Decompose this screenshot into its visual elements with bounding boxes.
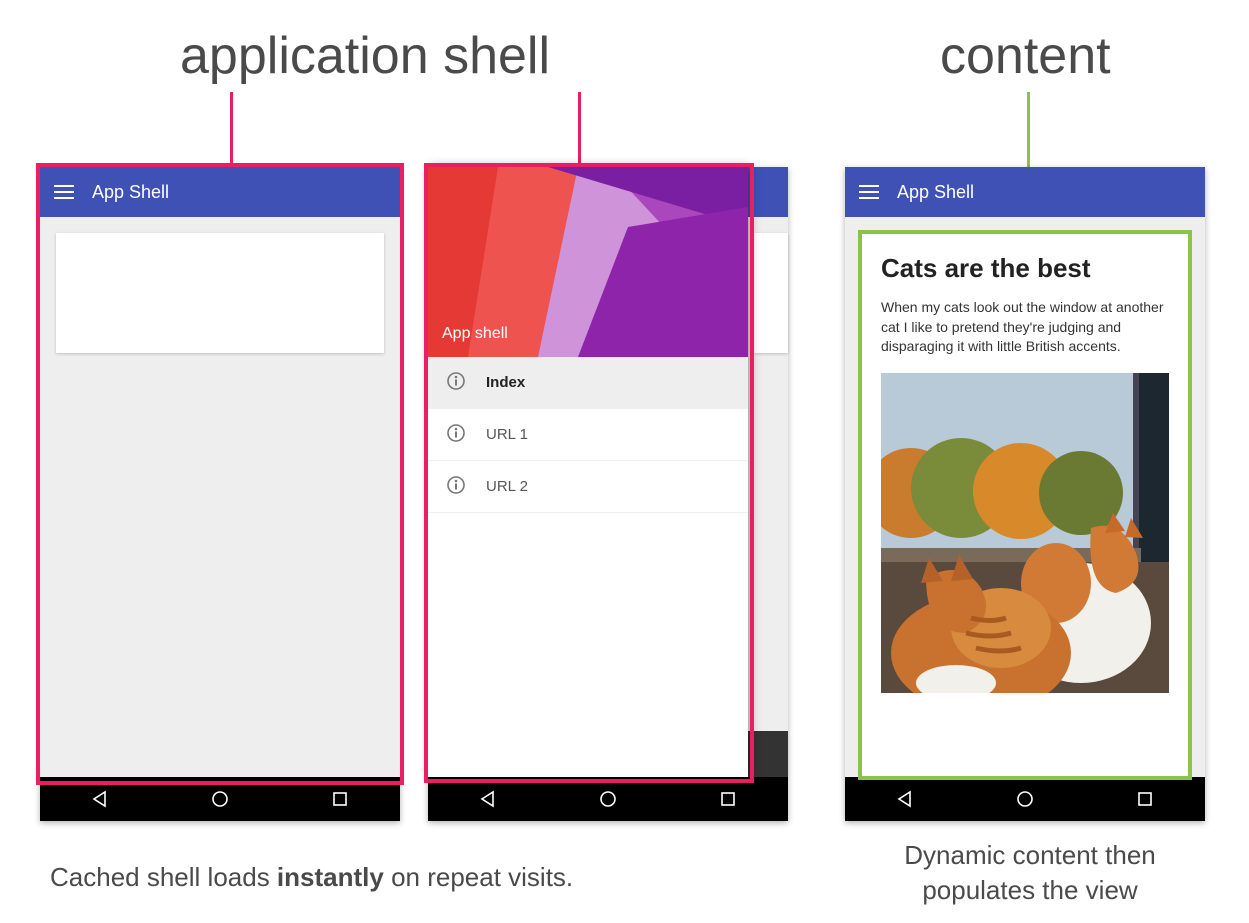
pointer-line-shell-1: [230, 92, 233, 172]
info-icon: [446, 371, 466, 395]
phone-shell-drawer: App shell Index URL 1 URL 2: [428, 167, 788, 821]
content-body-text: When my cats look out the window at anot…: [881, 298, 1169, 357]
drawer-item-url2[interactable]: URL 2: [428, 461, 748, 513]
caption-content-line1: Dynamic content then: [904, 840, 1155, 870]
content-image: [881, 373, 1169, 693]
recent-icon[interactable]: [719, 790, 737, 808]
appbar-title: App Shell: [92, 182, 169, 203]
caption-shell-bold: instantly: [277, 862, 384, 892]
caption-shell: Cached shell loads instantly on repeat v…: [50, 860, 573, 895]
recent-icon[interactable]: [1136, 790, 1154, 808]
diagram-canvas: application shell content App Shell: [20, 20, 1229, 903]
back-icon[interactable]: [479, 790, 497, 808]
pointer-line-shell-2: [578, 92, 581, 172]
appbar-title: App Shell: [897, 182, 974, 203]
content-body-area: Cats are the best When my cats look out …: [845, 217, 1205, 777]
caption-shell-post: on repeat visits.: [384, 862, 573, 892]
caption-shell-pre: Cached shell loads: [50, 862, 277, 892]
hamburger-icon[interactable]: [859, 185, 879, 199]
appbar: App Shell: [40, 167, 400, 217]
drawer-hero: App shell: [428, 167, 748, 357]
content-card: Cats are the best When my cats look out …: [861, 233, 1189, 777]
nav-drawer: App shell Index URL 1 URL 2: [428, 167, 748, 777]
drawer-item-label: URL 2: [486, 478, 528, 495]
caption-content-line2: populates the view: [922, 875, 1137, 905]
caption-content: Dynamic content then populates the view: [850, 838, 1210, 908]
drawer-item-label: Index: [486, 374, 525, 391]
home-icon[interactable]: [1016, 790, 1034, 808]
recent-icon[interactable]: [331, 790, 349, 808]
android-navbar: [845, 777, 1205, 821]
hamburger-icon[interactable]: [54, 185, 74, 199]
heading-content: content: [940, 30, 1111, 82]
android-navbar: [428, 777, 788, 821]
drawer-item-label: URL 1: [486, 426, 528, 443]
drawer-item-index[interactable]: Index: [428, 357, 748, 409]
phone-content: App Shell Cats are the best When my cats…: [845, 167, 1205, 821]
drawer-item-url1[interactable]: URL 1: [428, 409, 748, 461]
back-icon[interactable]: [91, 790, 109, 808]
drawer-hero-label: App shell: [442, 325, 508, 343]
info-icon: [446, 475, 466, 499]
placeholder-card: [56, 233, 384, 353]
android-navbar: [40, 777, 400, 821]
home-icon[interactable]: [599, 790, 617, 808]
appbar: App Shell: [845, 167, 1205, 217]
home-icon[interactable]: [211, 790, 229, 808]
content-title: Cats are the best: [881, 253, 1169, 284]
phone-shell-empty: App Shell: [40, 167, 400, 821]
shell-body: [40, 217, 400, 777]
info-icon: [446, 423, 466, 447]
back-icon[interactable]: [896, 790, 914, 808]
heading-application-shell: application shell: [180, 30, 550, 82]
